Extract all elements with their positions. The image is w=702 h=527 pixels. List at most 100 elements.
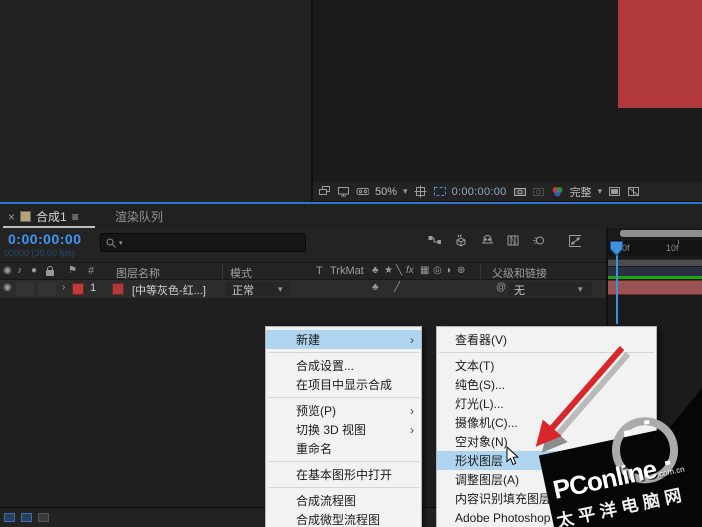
fx-switch-icon: fx: [406, 265, 414, 276]
expand-arrow-icon[interactable]: ›: [62, 282, 65, 293]
menu-item-composition-flowchart[interactable]: 合成流程图: [266, 491, 421, 510]
column-t[interactable]: T: [316, 265, 323, 277]
menu-item-new[interactable]: 新建 ›: [266, 330, 421, 349]
parent-chevron-icon[interactable]: ▾: [578, 284, 583, 295]
tab-render-queue[interactable]: 渲染队列: [107, 206, 171, 227]
frames-fps-readout: 00000 (30.00 fps): [4, 248, 75, 258]
video-eye-icon[interactable]: ◉: [3, 265, 12, 276]
submenu-arrow-icon: ›: [410, 403, 414, 418]
timeline-h-scrollbar[interactable]: [620, 230, 702, 237]
menu-separator: [268, 461, 419, 462]
threed-switch-icon: ⊕: [457, 265, 466, 276]
composition-flowchart-icon[interactable]: [428, 234, 441, 247]
parent-pickwhip-icon[interactable]: @: [496, 282, 506, 293]
column-layer-name[interactable]: 图层名称: [116, 265, 160, 281]
graph-editor-icon[interactable]: [568, 234, 581, 247]
menu-item-composition-settings[interactable]: 合成设置...: [266, 356, 421, 375]
mouse-cursor: [506, 446, 520, 466]
parent-value[interactable]: 无: [514, 282, 525, 298]
ruler-tickmark: [678, 240, 679, 244]
menu-separator: [268, 487, 419, 488]
tab-composition[interactable]: × 合成1 ≡: [2, 206, 85, 227]
shy-layers-icon[interactable]: [480, 234, 493, 247]
layer-name[interactable]: [中等灰色-红...]: [132, 282, 206, 298]
expand-transfer-controls-icon[interactable]: [21, 513, 32, 522]
target-view-icon[interactable]: [608, 185, 621, 198]
menu-item-reveal-in-project[interactable]: 在项目中显示合成: [266, 375, 421, 394]
grid-guides-icon[interactable]: [414, 185, 427, 198]
layer-label-color[interactable]: [72, 283, 84, 295]
channel-rgb-icon[interactable]: [551, 185, 564, 198]
annotation-arrow: [535, 346, 631, 453]
after-effects-window: 50% ▾ 0:00:00:00 完整 ▾ × 合成1 ≡ 渲染队列 0:00:…: [0, 0, 702, 527]
viewer-toolbar: 50% ▾ 0:00:00:00 完整 ▾: [313, 182, 702, 202]
label-flag-icon[interactable]: ⚑: [68, 265, 77, 276]
vr-goggles-icon[interactable]: [356, 185, 369, 198]
audio-icon[interactable]: ♪: [17, 265, 22, 276]
menu-item-switch-3d-view[interactable]: 切换 3D 视图 ›: [266, 420, 421, 439]
track-header-strip: [608, 267, 702, 276]
monitor-icon[interactable]: [337, 185, 350, 198]
menu-item-composition-mini-flowchart[interactable]: 合成微型流程图: [266, 510, 421, 527]
cascade-windows-icon[interactable]: [318, 185, 331, 198]
menu-item-preview[interactable]: 预览(P) ›: [266, 401, 421, 420]
timeline-view-options: [428, 233, 581, 247]
lock-icon[interactable]: [46, 266, 54, 276]
playhead-marker[interactable]: [610, 241, 623, 256]
submenu-arrow-icon: ›: [410, 422, 414, 437]
composition-viewer[interactable]: [313, 0, 702, 182]
blend-mode-value[interactable]: 正常: [232, 282, 254, 298]
menu-item-rename[interactable]: 重命名: [266, 439, 421, 458]
effects-switch-icon: ★: [384, 265, 393, 276]
zoom-level-value[interactable]: 50%: [375, 186, 397, 198]
timeline-tabbar: × 合成1 ≡ 渲染队列: [0, 204, 702, 228]
blend-mode-chevron-icon[interactable]: ▾: [278, 284, 283, 295]
motion-blur-switch-icon: ◎: [433, 265, 442, 276]
split-view-icon[interactable]: [627, 185, 640, 198]
resolution-value[interactable]: 完整: [570, 184, 592, 200]
tab-render-queue-label: 渲染队列: [115, 210, 164, 224]
composition-context-menu: 新建 › 合成设置... 在项目中显示合成 预览(P) › 切换 3D 视图 ›…: [265, 326, 422, 527]
solo-icon[interactable]: ●: [31, 265, 37, 276]
rendered-frames-indicator: [608, 276, 702, 279]
frame-blending-icon[interactable]: [506, 234, 519, 247]
layer-search-input[interactable]: ▾: [100, 233, 306, 252]
layer-row[interactable]: ◉ › 1 [中等灰色-红...] 正常 ▾ ♣ ╱ @ 无 ▾: [0, 280, 606, 298]
playhead-line: [616, 254, 618, 324]
composition-color-swatch: [20, 211, 32, 222]
column-parent-link[interactable]: 父级和链接: [492, 265, 547, 281]
layer-duration-bar[interactable]: [608, 280, 702, 295]
column-mode[interactable]: 模式: [230, 265, 252, 281]
show-snapshot-icon[interactable]: [532, 185, 545, 198]
expand-in-out-icon[interactable]: [38, 513, 49, 522]
resolution-chevron-icon[interactable]: ▾: [598, 186, 603, 197]
tab-composition-label: 合成1: [36, 210, 67, 224]
quality-switch-icon: ╲: [396, 265, 403, 276]
close-icon[interactable]: ×: [8, 210, 15, 224]
snapshot-camera-icon[interactable]: [513, 185, 526, 198]
adjustment-switch-icon: ◑: [445, 265, 452, 276]
expand-layer-switches-icon[interactable]: [4, 513, 15, 522]
layer-collapse-icon[interactable]: ♣: [372, 282, 379, 293]
collapse-switch-icon: ♣: [372, 265, 379, 276]
current-timecode[interactable]: 0:00:00:00: [8, 231, 82, 247]
frame-blend-switch-icon: ▦: [420, 265, 430, 276]
draft-3d-icon[interactable]: [454, 233, 467, 247]
layer-eye-icon[interactable]: ◉: [3, 282, 12, 293]
panel-menu-icon[interactable]: ≡: [72, 210, 79, 224]
ruler-tick-10f: 10f: [666, 243, 679, 253]
menu-separator: [268, 397, 419, 398]
work-area-bar[interactable]: [608, 259, 702, 266]
column-trkmat[interactable]: TrkMat: [330, 265, 364, 277]
menu-item-open-in-essential-graphics[interactable]: 在基本图形中打开: [266, 465, 421, 484]
menu-separator: [268, 352, 419, 353]
motion-blur-icon[interactable]: [532, 234, 545, 247]
layer-list-header: ◉ ♪ ● ⚑ # 图层名称 模式 T TrkMat ♣ ★ ╲ fx ▦ ◎ …: [0, 262, 606, 280]
viewer-timecode[interactable]: 0:00:00:00: [452, 186, 507, 198]
region-of-interest-icon[interactable]: [433, 185, 446, 198]
project-panel-area: [0, 0, 311, 202]
layer-quality-icon[interactable]: ╱: [394, 282, 400, 293]
column-index[interactable]: #: [88, 265, 94, 277]
zoom-chevron-icon[interactable]: ▾: [403, 186, 408, 197]
red-solid-layer-preview[interactable]: [618, 0, 702, 108]
